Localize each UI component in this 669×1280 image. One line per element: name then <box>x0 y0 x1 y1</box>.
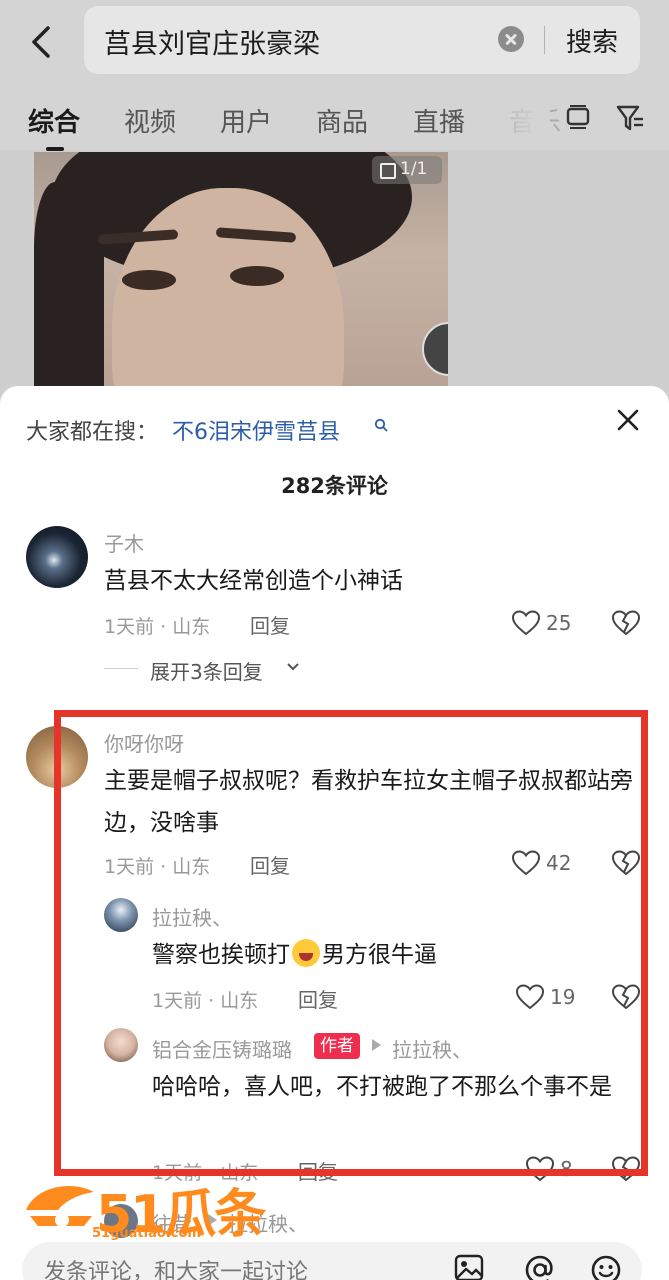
watermark-url: 51guatiao.com <box>92 1226 201 1241</box>
hot-search-link[interactable]: 不6泪宋伊雪莒县 <box>172 414 340 446</box>
reply-button[interactable]: 回复 <box>250 610 290 639</box>
watermark-logo-icon <box>26 1186 94 1227</box>
close-icon[interactable] <box>614 406 642 434</box>
chevron-down-icon <box>287 663 299 671</box>
tab-live[interactable]: 直播 <box>413 102 465 139</box>
avatar[interactable] <box>26 526 88 588</box>
like-count: 25 <box>546 611 572 635</box>
preview-eye <box>230 266 284 286</box>
image-stack-icon <box>380 163 396 179</box>
creator-avatar[interactable] <box>422 322 448 376</box>
tab-comprehensive[interactable]: 综合 <box>28 102 80 139</box>
comments-sheet: 大家都在搜： 不6泪宋伊雪莒县 282条评论 子木 莒县不太大经常创造个小神话 … <box>0 386 669 1280</box>
mention-icon[interactable] <box>524 1254 556 1280</box>
preview-eye <box>122 270 176 290</box>
comment-count: 282条评论 <box>281 474 388 498</box>
dislike-icon[interactable] <box>612 610 640 636</box>
heart-icon[interactable] <box>512 610 540 636</box>
preview-hair-side <box>34 182 104 388</box>
video-preview[interactable]: 1/1 <box>34 152 448 388</box>
tabs-fade <box>490 92 550 142</box>
page-count-badge: 1/1 <box>372 156 442 184</box>
tab-users[interactable]: 用户 <box>220 102 272 139</box>
search-input[interactable]: 莒县刘官庄张豪梁 <box>104 22 320 61</box>
search-header: 莒县刘官庄张豪梁 搜索 综合 视频 用户 商品 直播 音乐 <box>0 0 669 151</box>
tab-products[interactable]: 商品 <box>316 102 368 139</box>
comment-text: 莒县不太大经常创造个小神话 <box>104 568 403 594</box>
tab-video[interactable]: 视频 <box>124 102 176 139</box>
highlight-box <box>54 710 648 1176</box>
search-divider <box>544 26 545 54</box>
emoji-icon[interactable] <box>590 1254 622 1280</box>
hot-search-prefix: 大家都在搜： <box>26 420 159 445</box>
comment-meta: 1天前 · 山东 <box>104 616 211 638</box>
comment-username[interactable]: 子木 <box>104 528 144 557</box>
search-box[interactable]: 莒县刘官庄张豪梁 搜索 <box>84 6 640 74</box>
page-count: 1/1 <box>400 159 428 179</box>
comment-input[interactable]: 发条评论，和大家一起讨论 <box>22 1242 642 1280</box>
active-tab-indicator <box>46 147 64 151</box>
filter-icon[interactable] <box>616 104 644 132</box>
expand-divider <box>104 668 138 669</box>
layout-toggle-icon[interactable] <box>566 104 590 130</box>
image-icon[interactable] <box>454 1254 484 1280</box>
comment-input-placeholder[interactable]: 发条评论，和大家一起讨论 <box>44 1254 308 1280</box>
search-button[interactable]: 搜索 <box>566 22 618 59</box>
search-icon <box>374 418 388 432</box>
expand-replies-button[interactable]: 展开3条回复 <box>150 656 263 685</box>
clear-icon[interactable] <box>498 26 524 52</box>
back-arrow-icon[interactable] <box>22 22 62 62</box>
